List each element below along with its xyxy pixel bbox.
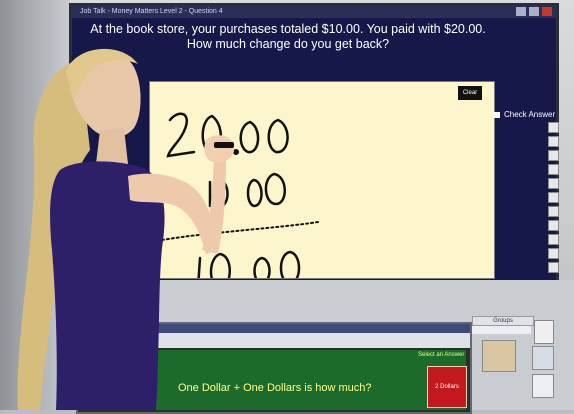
digit-0: [279, 250, 301, 286]
subtraction-line: [161, 221, 319, 241]
tool-icon[interactable]: [548, 192, 559, 203]
attachment-icon[interactable]: [532, 374, 554, 398]
window-titlebar: Job Talk - Money Matters Level 2 - Quest…: [72, 6, 556, 18]
digit-0: [253, 256, 271, 286]
secondary-menubar: [78, 333, 470, 348]
tool-icon[interactable]: [548, 150, 559, 161]
select-answer-label: Select an Answer: [418, 352, 465, 358]
minimize-button[interactable]: [516, 7, 526, 16]
coin-icon: [88, 386, 104, 402]
background-left: [0, 0, 70, 410]
digit-0: [209, 252, 231, 290]
tool-icon[interactable]: [548, 178, 559, 189]
digit-0: [267, 118, 289, 154]
close-button[interactable]: [542, 7, 552, 16]
decimal-point: [232, 148, 240, 156]
right-side-panel: [470, 318, 572, 408]
digit-1: [196, 256, 202, 290]
coin-icon: [108, 384, 126, 402]
tool-icon[interactable]: [548, 206, 559, 217]
tool-icon[interactable]: [548, 122, 559, 133]
tool-icon[interactable]: [548, 136, 559, 147]
digit-0: [212, 178, 229, 208]
secondary-titlebar: [78, 324, 470, 333]
secondary-app-window: Select an Answer One Dollar + One Dollar…: [76, 322, 472, 414]
tool-icon[interactable]: [548, 262, 559, 273]
digit-0: [246, 178, 263, 208]
maximize-button[interactable]: [529, 7, 539, 16]
tool-icon[interactable]: [548, 164, 559, 175]
window-controls: [516, 7, 552, 16]
thumbnail-icon[interactable]: [482, 340, 516, 372]
tool-icon[interactable]: [548, 220, 559, 231]
digit-0: [264, 172, 286, 206]
whiteboard-canvas[interactable]: [150, 82, 494, 290]
check-answer[interactable]: Check Answer: [494, 110, 555, 119]
answer-area: [80, 350, 466, 410]
digit-2: [166, 112, 196, 158]
image-icon[interactable]: [532, 346, 554, 370]
question-text: At the book store, your purchases totale…: [90, 22, 486, 51]
digit-0: [201, 114, 222, 154]
tool-icon[interactable]: [548, 234, 559, 245]
digit-0: [239, 120, 260, 154]
answer-button[interactable]: 2 Dollars: [427, 366, 467, 408]
check-answer-label: Check Answer: [504, 110, 556, 119]
handwriting-layer: [161, 112, 319, 290]
secondary-question: One Dollar + One Dollars is how much?: [178, 382, 372, 394]
check-answer-checkbox[interactable]: [494, 111, 500, 118]
projected-screen: Job Talk - Money Matters Level 2 - Quest…: [72, 6, 556, 290]
side-toolbar: [548, 120, 564, 276]
page-icon[interactable]: [534, 320, 554, 344]
window-title: Job Talk - Money Matters Level 2 - Quest…: [80, 8, 223, 15]
tool-icon[interactable]: [548, 248, 559, 259]
clear-button[interactable]: Clear: [458, 86, 482, 100]
